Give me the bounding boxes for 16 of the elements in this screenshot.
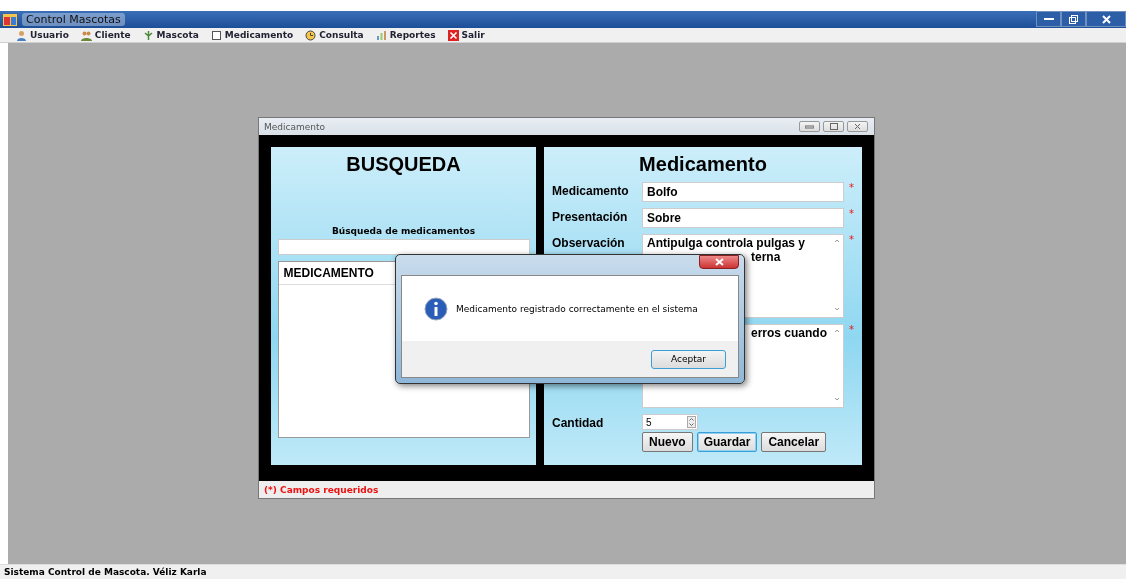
panel-heading: Medicamento xyxy=(638,153,768,176)
window-title: Control Mascotas xyxy=(22,13,125,26)
required-mark: * xyxy=(848,324,854,335)
dialog-message: Medicamento registrado correctamente en el sistema xyxy=(456,303,698,314)
required-mark: * xyxy=(848,208,854,219)
field-label: Observación xyxy=(552,235,626,250)
required-mark: * xyxy=(848,182,854,193)
search-label: Búsqueda de medicamentos xyxy=(331,226,476,236)
window-title: Medicamento xyxy=(264,121,326,132)
required-mark: * xyxy=(848,234,854,245)
status-bar: Sistema Control de Mascota. Véliz Karla xyxy=(0,564,1126,579)
panel-heading: BUSQUEDA xyxy=(346,153,461,176)
field-label: Presentación xyxy=(552,209,629,224)
field-label: Cantidad xyxy=(552,415,605,430)
required-fields-note: (*) Campos requeridos xyxy=(263,483,380,497)
field-label: Medicamento xyxy=(552,183,630,198)
